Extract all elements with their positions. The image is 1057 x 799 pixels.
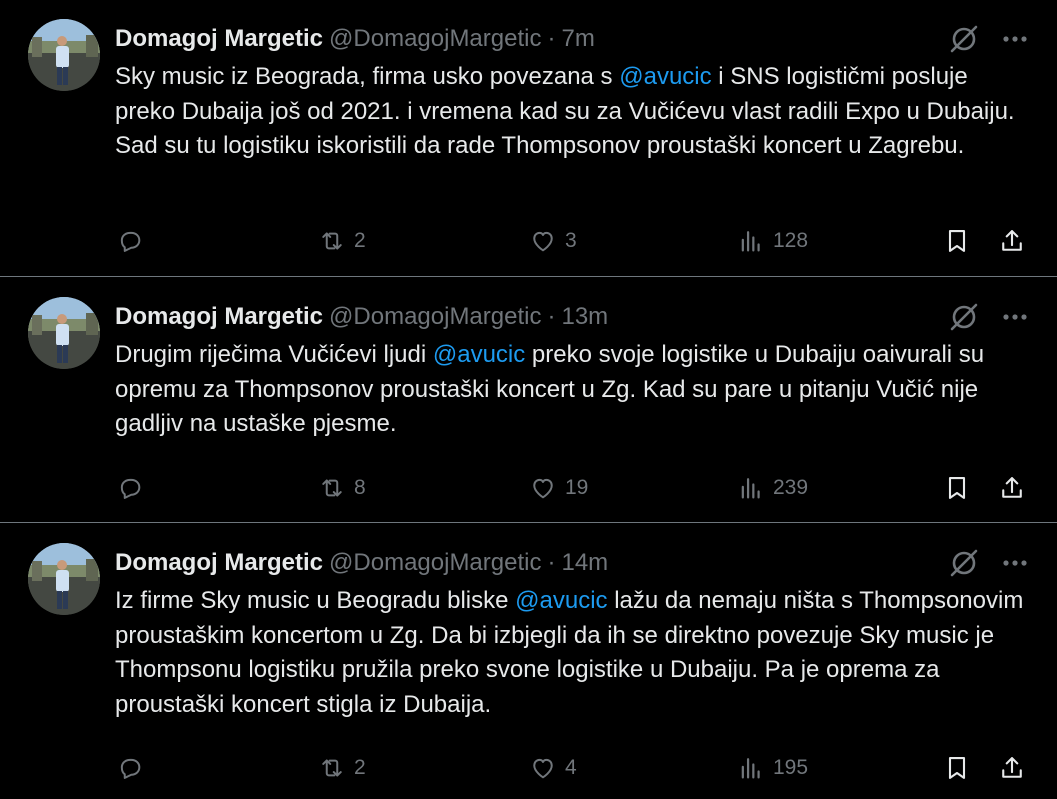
views-count: 195 [773,756,809,779]
author-name[interactable]: Domagoj Margetic [115,549,323,576]
reply-button[interactable] [116,468,144,508]
author-handle[interactable]: @DomagojMargetic [329,549,541,576]
author-handle[interactable]: @DomagojMargetic [329,303,541,330]
reply-button[interactable] [116,221,144,261]
like-button[interactable]: 4 [529,748,577,788]
timestamp[interactable]: 13m [561,303,608,330]
share-icon [998,227,1026,255]
views-icon [737,227,765,255]
action-bar: 2 3 128 [0,221,1057,261]
share-button[interactable] [998,748,1026,788]
author-name[interactable]: Domagoj Margetic [115,303,323,330]
grok-icon[interactable] [948,23,980,55]
avatar[interactable] [28,297,100,369]
views-button[interactable]: 128 [737,221,808,261]
views-count: 239 [773,476,809,499]
action-bar: 8 19 239 [0,468,1057,508]
bookmark-button[interactable] [943,748,971,788]
repost-count: 2 [354,756,366,779]
views-button[interactable]: 239 [737,468,808,508]
repost-icon [318,754,346,782]
bookmark-button[interactable] [943,221,971,261]
tweet-text: Iz firme Sky music u Beogradu bliske @av… [115,584,1025,722]
reply-button[interactable] [116,748,144,788]
like-icon [529,227,557,255]
grok-icon[interactable] [948,547,980,579]
share-icon [998,474,1026,502]
separator-dot: · [547,303,556,330]
views-button[interactable]: 195 [737,748,808,788]
share-button[interactable] [998,221,1026,261]
reply-icon [116,754,144,782]
reply-icon [116,474,144,502]
views-icon [737,754,765,782]
bookmark-button[interactable] [943,468,971,508]
separator-dot: · [547,25,556,52]
tweet[interactable]: Domagoj Margetic @DomagojMargetic · 14m Iz … [0,524,1057,799]
tweet[interactable]: Domagoj Margetic @DomagojMargetic · 7m Sky … [0,0,1057,277]
like-button[interactable]: 19 [529,468,588,508]
like-icon [529,474,557,502]
action-bar: 2 4 195 [0,748,1057,788]
author-handle[interactable]: @DomagojMargetic [329,25,541,52]
mention-link[interactable]: @avucic [433,341,525,368]
mention-link[interactable]: @avucic [515,587,607,614]
repost-icon [318,227,346,255]
like-icon [529,754,557,782]
share-icon [998,754,1026,782]
timestamp[interactable]: 14m [561,549,608,576]
tweet-text: Sky music iz Beograda, firma usko poveza… [115,60,1025,164]
timestamp[interactable]: 7m [561,25,594,52]
tweet-text-part: Iz firme Sky music u Beogradu bliske [115,587,516,614]
share-button[interactable] [998,468,1026,508]
tweet-header: Domagoj Margetic @DomagojMargetic · 7m [115,22,595,56]
mention-link[interactable]: @avucic [619,63,711,90]
like-count: 19 [565,476,589,499]
views-icon [737,474,765,502]
grok-icon[interactable] [948,301,980,333]
avatar[interactable] [28,19,100,91]
reply-icon [116,227,144,255]
bookmark-icon [943,474,971,502]
repost-count: 8 [354,476,366,499]
tweet-header: Domagoj Margetic @DomagojMargetic · 14m [115,546,608,580]
repost-count: 2 [354,229,366,252]
more-icon[interactable] [999,23,1031,55]
tweet-text-part: Sky music iz Beograda, firma usko poveza… [115,63,620,90]
avatar[interactable] [28,543,100,615]
repost-button[interactable]: 2 [318,221,366,261]
like-button[interactable]: 3 [529,221,577,261]
separator-dot: · [547,549,556,576]
bookmark-icon [943,754,971,782]
tweet-text-part: Drugim riječima Vučićevi ljudi [115,341,433,368]
more-icon[interactable] [999,301,1031,333]
repost-icon [318,474,346,502]
author-name[interactable]: Domagoj Margetic [115,25,323,52]
repost-button[interactable]: 2 [318,748,366,788]
tweet-header: Domagoj Margetic @DomagojMargetic · 13m [115,300,608,334]
like-count: 4 [565,756,577,779]
like-count: 3 [565,229,577,252]
repost-button[interactable]: 8 [318,468,366,508]
bookmark-icon [943,227,971,255]
more-icon[interactable] [999,547,1031,579]
tweet[interactable]: Domagoj Margetic @DomagojMargetic · 13m Dru… [0,278,1057,523]
views-count: 128 [773,229,809,252]
tweet-text: Drugim riječima Vučićevi ljudi @avucic p… [115,338,1025,442]
